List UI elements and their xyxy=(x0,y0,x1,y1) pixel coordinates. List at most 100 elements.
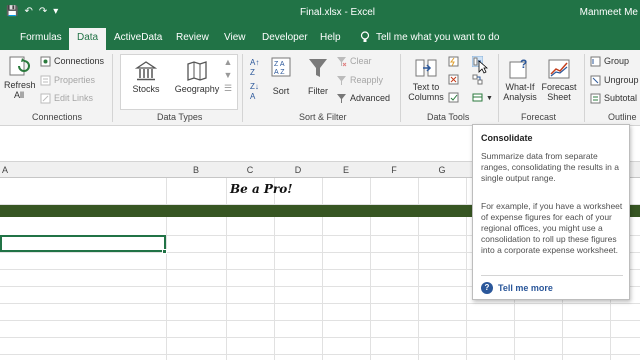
save-icon[interactable]: 💾 xyxy=(6,6,24,17)
tab-developer[interactable]: Developer xyxy=(262,32,308,43)
consolidate-tooltip: Consolidate Summarize data from separate… xyxy=(472,124,630,300)
clear-button[interactable]: Clear xyxy=(336,56,372,67)
column-header-b[interactable]: B xyxy=(166,165,226,175)
chevron-down-icon[interactable]: ▼ xyxy=(222,69,234,82)
tooltip-example: For example, if you have a worksheet of … xyxy=(481,201,623,255)
flash-fill-icon xyxy=(448,56,459,67)
tab-data[interactable]: Data xyxy=(69,28,107,50)
connections-group-label: Connections xyxy=(32,112,83,122)
sort-az-icon: A↑ Z xyxy=(250,58,260,77)
column-header-a[interactable]: A xyxy=(0,165,10,175)
group-label: Group xyxy=(604,56,630,66)
grid-line xyxy=(0,354,640,355)
filter-button[interactable]: Filter xyxy=(304,56,332,96)
ribbon-tabs: Formulas Data ActiveData Review View Dev… xyxy=(0,26,640,50)
remove-duplicates-icon xyxy=(448,74,459,85)
data-types-group-label: Data Types xyxy=(157,112,203,122)
tell-me-more-link[interactable]: ? Tell me more xyxy=(481,282,553,294)
column-header-c[interactable]: C xyxy=(226,165,274,175)
advanced-button[interactable]: Advanced xyxy=(336,93,390,104)
forecast-sheet-button[interactable]: Forecast Sheet xyxy=(540,56,578,102)
stocks-button[interactable]: Stocks xyxy=(128,60,164,94)
sort-label: Sort xyxy=(272,86,290,96)
clear-label: Clear xyxy=(350,56,372,66)
customize-icon[interactable]: ▾ xyxy=(53,6,64,17)
subtotal-button[interactable]: Subtotal xyxy=(590,93,637,104)
sort-za-icon: Z↓ A xyxy=(250,82,259,101)
text-to-columns-button[interactable]: Text to Columns xyxy=(406,56,446,102)
group-button[interactable]: Group xyxy=(590,56,629,67)
tab-activedata[interactable]: ActiveData xyxy=(114,32,162,43)
selected-cell[interactable] xyxy=(0,235,166,252)
remove-duplicates-button[interactable] xyxy=(448,74,462,85)
reapply-icon xyxy=(337,76,346,86)
tell-me-box[interactable]: Tell me what you want to do xyxy=(360,31,499,43)
redo-icon[interactable]: ↷ xyxy=(39,6,53,17)
help-icon: ? xyxy=(481,282,493,294)
forecast-group-label: Forecast xyxy=(521,112,557,122)
tab-help[interactable]: Help xyxy=(320,32,341,43)
group-separator xyxy=(112,54,113,122)
reapply-button[interactable]: Reapply xyxy=(336,75,383,86)
edit-links-button[interactable]: Edit Links xyxy=(40,93,93,104)
forecast-label-2: Sheet xyxy=(547,92,571,102)
column-header-e[interactable]: E xyxy=(322,165,370,175)
tab-review[interactable]: Review xyxy=(176,32,209,43)
ungroup-button[interactable]: Ungroup xyxy=(590,75,639,86)
connections-button[interactable]: Connections xyxy=(40,56,104,67)
column-header-g[interactable]: G xyxy=(418,165,466,175)
grid-line xyxy=(0,303,640,304)
bank-icon xyxy=(134,61,158,81)
data-model-icon xyxy=(472,93,483,102)
column-header-f[interactable]: F xyxy=(370,165,418,175)
gallery-scroll[interactable]: ▲ ▼ ☰ xyxy=(222,56,234,95)
gallery-more-icon[interactable]: ☰ xyxy=(222,82,234,95)
what-if-icon: ? xyxy=(509,57,527,79)
group-separator xyxy=(242,54,243,122)
geography-button[interactable]: Geography xyxy=(172,60,222,94)
tab-formulas[interactable]: Formulas xyxy=(20,32,62,43)
flash-fill-button[interactable] xyxy=(448,56,462,67)
ungroup-label: Ungroup xyxy=(604,75,639,85)
grid-line xyxy=(0,320,640,321)
connections-icon xyxy=(40,56,51,67)
clear-filter-icon xyxy=(337,57,347,67)
mouse-cursor-icon xyxy=(478,60,488,74)
text-to-columns-label-1: Text to xyxy=(412,82,440,92)
banner-title[interactable]: Be a Pro! xyxy=(230,182,293,196)
tell-me-more-label: Tell me more xyxy=(498,283,553,293)
refresh-label: Refresh xyxy=(4,80,36,90)
subtotal-icon xyxy=(590,93,601,104)
relationships-button[interactable] xyxy=(472,74,486,85)
edit-links-icon xyxy=(40,93,51,104)
stocks-label: Stocks xyxy=(132,84,160,94)
chevron-up-icon[interactable]: ▲ xyxy=(222,56,234,69)
sort-button[interactable]: Z AA Z Sort xyxy=(268,56,294,96)
lightbulb-icon xyxy=(360,31,370,42)
grid-line xyxy=(0,337,640,338)
sort-dialog-icon: Z AA Z xyxy=(271,57,291,77)
refresh-sub-label: All xyxy=(13,90,24,100)
tooltip-divider xyxy=(481,275,623,276)
window-title: Final.xlsx - Excel xyxy=(300,7,376,18)
svg-text:A Z: A Z xyxy=(274,69,285,76)
refresh-all-button[interactable]: Refresh All xyxy=(4,54,36,100)
svg-text:?: ? xyxy=(520,57,527,71)
chevron-down-icon: ▼ xyxy=(486,95,493,102)
manage-data-model-button[interactable]: ▼ xyxy=(472,92,493,103)
undo-icon[interactable]: ↶ xyxy=(24,6,38,17)
forecast-sheet-icon xyxy=(548,59,570,79)
tooltip-title: Consolidate xyxy=(481,133,533,143)
quick-access-toolbar: 💾↶↷▾ xyxy=(6,6,64,17)
sort-az-button[interactable]: A↑ Z xyxy=(250,58,259,78)
sort-za-button[interactable]: Z↓ A xyxy=(250,82,259,102)
text-to-columns-label-2: Columns xyxy=(408,92,444,102)
properties-icon xyxy=(40,75,51,86)
what-if-analysis-button[interactable]: ? What-If Analysis xyxy=(502,56,538,102)
tab-view[interactable]: View xyxy=(224,32,246,43)
data-validation-button[interactable] xyxy=(448,92,462,103)
fill-handle[interactable] xyxy=(162,249,167,254)
column-header-d[interactable]: D xyxy=(274,165,322,175)
properties-button[interactable]: Properties xyxy=(40,75,95,86)
user-name[interactable]: Manmeet Me xyxy=(580,7,638,18)
